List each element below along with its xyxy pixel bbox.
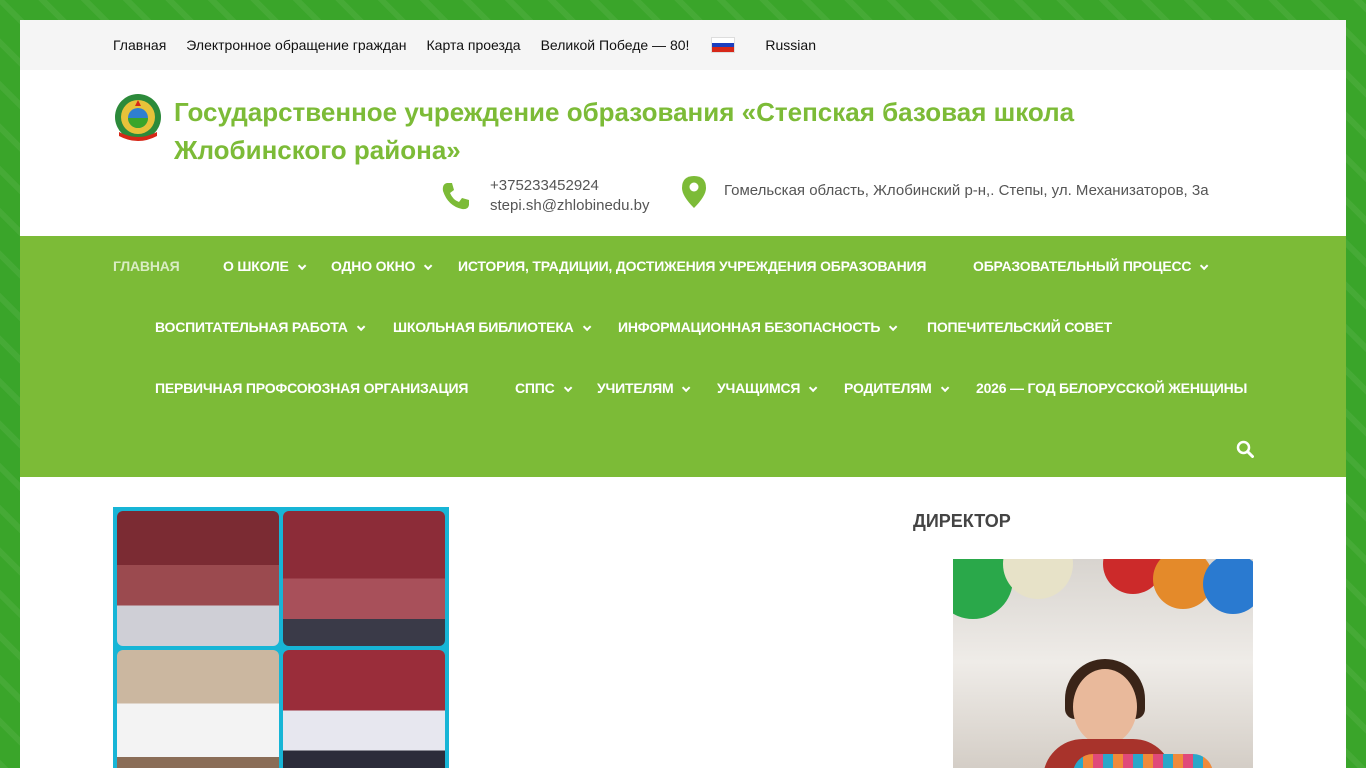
nav-item-year-of-women[interactable]: 2026 — Год белорусской женщины [976, 380, 1247, 396]
nav-item-info-security[interactable]: Информационная безопасность [618, 319, 898, 335]
nav-item-about[interactable]: О школе [223, 258, 307, 274]
top-link-victory[interactable]: Великой Победе — 80! [541, 37, 690, 53]
photo-grid [117, 511, 445, 768]
phone-number[interactable]: +375233452924 [490, 176, 650, 196]
site-title[interactable]: Государственное учреждение образования «… [174, 93, 1234, 169]
nav-item-label: История, традиции, достижения учреждения… [458, 258, 927, 274]
chevron-down-icon [356, 322, 366, 332]
nav-item-trade-union[interactable]: Первичная профсоюзная организация [155, 380, 468, 396]
nav-item-label: Родителям [844, 380, 932, 396]
featured-photo-collage[interactable] [113, 507, 449, 768]
nav-item-library[interactable]: Школьная библиотека [393, 319, 591, 335]
belarus-emblem-icon[interactable] [113, 92, 163, 142]
photo-tile [117, 649, 279, 768]
nav-item-education-process[interactable]: Образовательный процесс [973, 258, 1209, 274]
bouquet [1073, 754, 1213, 768]
nav-item-board-of-trustees[interactable]: Попечительский совет [927, 319, 1112, 335]
photo-tile [283, 511, 445, 646]
nav-item-teachers[interactable]: Учителям [597, 380, 691, 396]
nav-item-label: Главная [113, 258, 180, 274]
chevron-down-icon [682, 383, 691, 393]
balloon-shape [1203, 559, 1253, 614]
nav-item-label: СППС [515, 380, 555, 396]
nav-item-label: Попечительский совет [927, 319, 1113, 335]
director-photo[interactable] [953, 559, 1253, 768]
nav-item-parents[interactable]: Родителям [844, 380, 949, 396]
chevron-down-icon [889, 322, 898, 332]
photo-tile [283, 649, 445, 768]
sidebar-widget-title: Директор [913, 511, 1011, 531]
top-bar: Главная Электронное обращение граждан Ка… [20, 20, 1346, 70]
top-link-map[interactable]: Карта проезда [427, 37, 521, 53]
nav-item-label: Учителям [597, 380, 674, 396]
nav-item-home[interactable]: Главная [113, 258, 180, 274]
main-nav: Главная О школе Одно окно История, тради… [20, 236, 1346, 477]
language-selector[interactable]: Russian [765, 37, 816, 53]
nav-item-label: Воспитательная работа [155, 319, 348, 335]
chevron-down-icon [809, 383, 818, 393]
nav-item-label: Информационная безопасность [618, 319, 881, 335]
nav-item-label: Первичная профсоюзная организация [155, 380, 469, 396]
nav-item-label: Одно окно [331, 258, 416, 274]
top-link-appeal[interactable]: Электронное обращение граждан [186, 37, 406, 53]
nav-item-one-window[interactable]: Одно окно [331, 258, 433, 274]
address-text: Гомельская область, Жлобинский р-н,. Сте… [724, 182, 1209, 199]
nav-item-upbringing[interactable]: Воспитательная работа [155, 319, 366, 335]
page: Главная Электронное обращение граждан Ка… [20, 20, 1346, 768]
site-header: Государственное учреждение образования «… [20, 70, 1346, 236]
top-link-home[interactable]: Главная [113, 37, 166, 53]
nav-item-label: Учащимся [717, 380, 801, 396]
balloon-shape [1003, 559, 1073, 599]
search-icon[interactable] [1236, 440, 1254, 458]
nav-item-spps[interactable]: СППС [515, 380, 572, 396]
location-pin-icon [682, 176, 706, 208]
nav-item-label: Школьная библиотека [393, 319, 574, 335]
nav-item-label: 2026 — Год белорусской женщины [976, 380, 1248, 396]
chevron-down-icon [1200, 261, 1209, 271]
person-face [1073, 669, 1137, 745]
nav-item-label: Образовательный процесс [973, 258, 1192, 274]
phone-icon [442, 183, 469, 210]
nav-item-label: О школе [223, 258, 289, 274]
chevron-down-icon [424, 261, 433, 271]
nav-item-students[interactable]: Учащимся [717, 380, 818, 396]
chevron-down-icon [297, 261, 307, 271]
contacts-block: +375233452924 stepi.sh@zhlobinedu.by [490, 176, 650, 216]
chevron-down-icon [563, 383, 572, 393]
chevron-down-icon [582, 322, 591, 332]
photo-tile [117, 511, 279, 646]
nav-item-history[interactable]: История, традиции, достижения учреждения… [458, 258, 926, 274]
russian-flag-icon[interactable] [711, 37, 736, 53]
chevron-down-icon [940, 383, 949, 393]
email-address[interactable]: stepi.sh@zhlobinedu.by [490, 196, 650, 216]
